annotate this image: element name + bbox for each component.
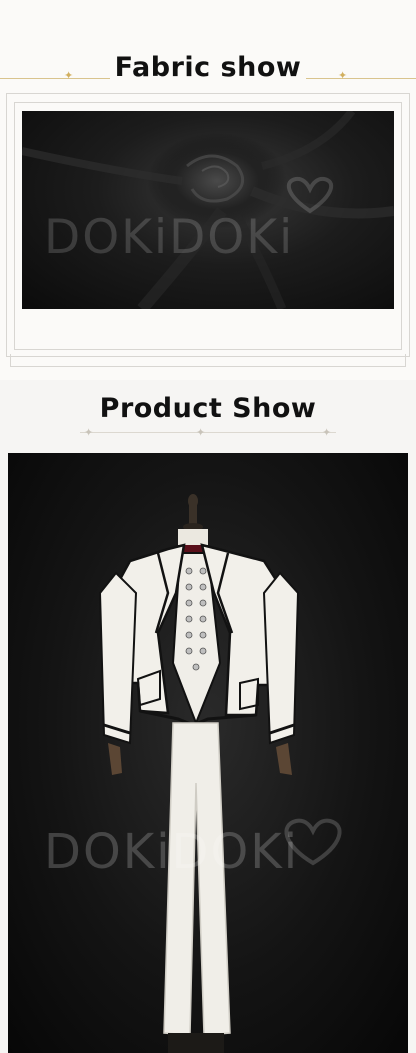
sparkle-icon: ✦ (196, 426, 206, 439)
fabric-show-title: Fabric show (114, 52, 302, 83)
fabric-section: ✦ ✦ Fabric show DOKiDOKi (0, 0, 416, 380)
sparkle-icon: ✦ (322, 426, 332, 439)
fabric-swatch-image: DOKiDOKi (22, 111, 394, 309)
title-divider (80, 432, 336, 433)
watermark-text: DOKiDOKi (44, 210, 295, 265)
sparkle-icon: ✦ (84, 426, 94, 439)
product-show-title: Product Show (99, 393, 317, 424)
product-photo: DOKiDOKi (8, 453, 408, 1053)
frame-base (10, 354, 406, 367)
suit-on-mannequin (98, 494, 342, 1053)
watermark-text: DOKiDOKi (44, 824, 300, 880)
